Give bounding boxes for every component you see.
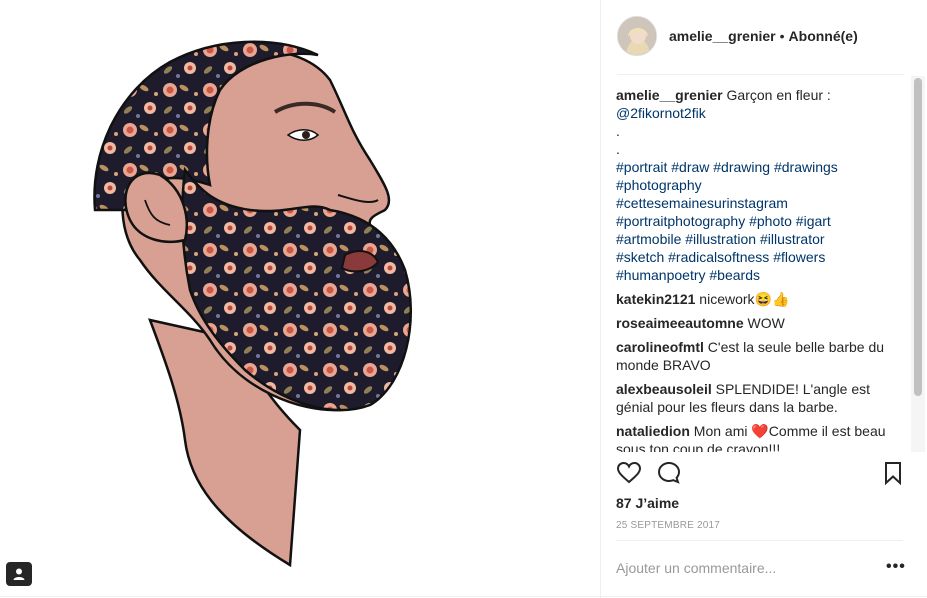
post-date[interactable]: 25 SEPTEMBRE 2017	[616, 520, 720, 531]
save-button[interactable]	[880, 460, 908, 488]
hashtag-line[interactable]: #humanpoetry #beards	[616, 266, 899, 284]
comment-item: carolineofmtl C'est la seule belle barbe…	[616, 338, 899, 374]
bookmark-icon	[885, 462, 901, 486]
hashtag-line[interactable]: #photography	[616, 176, 899, 194]
comment-text: WOW	[747, 315, 785, 331]
scrollbar-thumb[interactable]	[914, 78, 922, 396]
bearded-man-illustration	[93, 40, 412, 568]
likes-count[interactable]: 87 J’aime	[616, 495, 679, 511]
comment-username[interactable]: carolineofmtl	[616, 339, 704, 355]
bottom-divider	[0, 596, 927, 597]
post-author-username[interactable]: amelie__grenier	[669, 28, 776, 44]
like-button[interactable]	[616, 460, 644, 488]
comment-item: katekin2121 nicework😆👍	[616, 290, 899, 308]
comment-username[interactable]: roseaimeeautomne	[616, 315, 744, 331]
heart-icon	[616, 461, 642, 484]
comment-item: alexbeausoleil SPLENDIDE! L'angle est gé…	[616, 380, 899, 416]
comment-item: nataliedion Mon ami ❤️Comme il est beau …	[616, 422, 899, 452]
comment-item: roseaimeeautomne WOW	[616, 314, 899, 332]
caption-dot: .	[616, 141, 620, 157]
comment-icon	[657, 461, 681, 484]
caption: amelie__grenier Garçon en fleur : @2fiko…	[616, 86, 899, 284]
header-separator: •	[779, 28, 785, 44]
comment-username[interactable]: katekin2121	[616, 291, 695, 307]
person-icon	[13, 568, 25, 580]
post-header: amelie__grenier • Abonné(e)	[617, 14, 904, 58]
hashtag-line[interactable]: #sketch #radicalsoftness #flowers	[616, 248, 899, 266]
hashtag-line[interactable]: #artmobile #illustration #illustrator	[616, 230, 899, 248]
tagged-users-button[interactable]	[6, 562, 32, 586]
composer-divider	[616, 540, 903, 541]
comment-text: nicework😆👍	[699, 291, 790, 307]
comments-scrollbar[interactable]	[911, 76, 925, 452]
follow-status-button[interactable]: Abonné(e)	[789, 28, 858, 44]
caption-mention[interactable]: @2fikornot2fik	[616, 104, 899, 122]
more-options-button[interactable]: •••	[886, 558, 906, 576]
add-comment-input[interactable]	[616, 555, 866, 581]
hashtag-line[interactable]: #portrait #draw #drawing #drawings	[616, 158, 899, 176]
caption-dot: .	[616, 123, 620, 139]
post-image[interactable]	[0, 0, 600, 598]
comment-username[interactable]: alexbeausoleil	[616, 381, 712, 397]
action-bar	[616, 460, 903, 490]
hashtag-line[interactable]: #cettesemainesurinstagram	[616, 194, 899, 212]
avatar[interactable]	[617, 16, 657, 56]
comments-list[interactable]: amelie__grenier Garçon en fleur : @2fiko…	[616, 86, 899, 452]
hashtag-line[interactable]: #portraitphotography #photo #igart	[616, 212, 899, 230]
comment-username[interactable]: nataliedion	[616, 423, 690, 439]
header-divider	[617, 74, 904, 75]
caption-text: Garçon en fleur :	[726, 87, 831, 103]
comment-button[interactable]	[656, 460, 684, 488]
caption-username[interactable]: amelie__grenier	[616, 87, 723, 103]
avatar-photo	[618, 17, 656, 55]
